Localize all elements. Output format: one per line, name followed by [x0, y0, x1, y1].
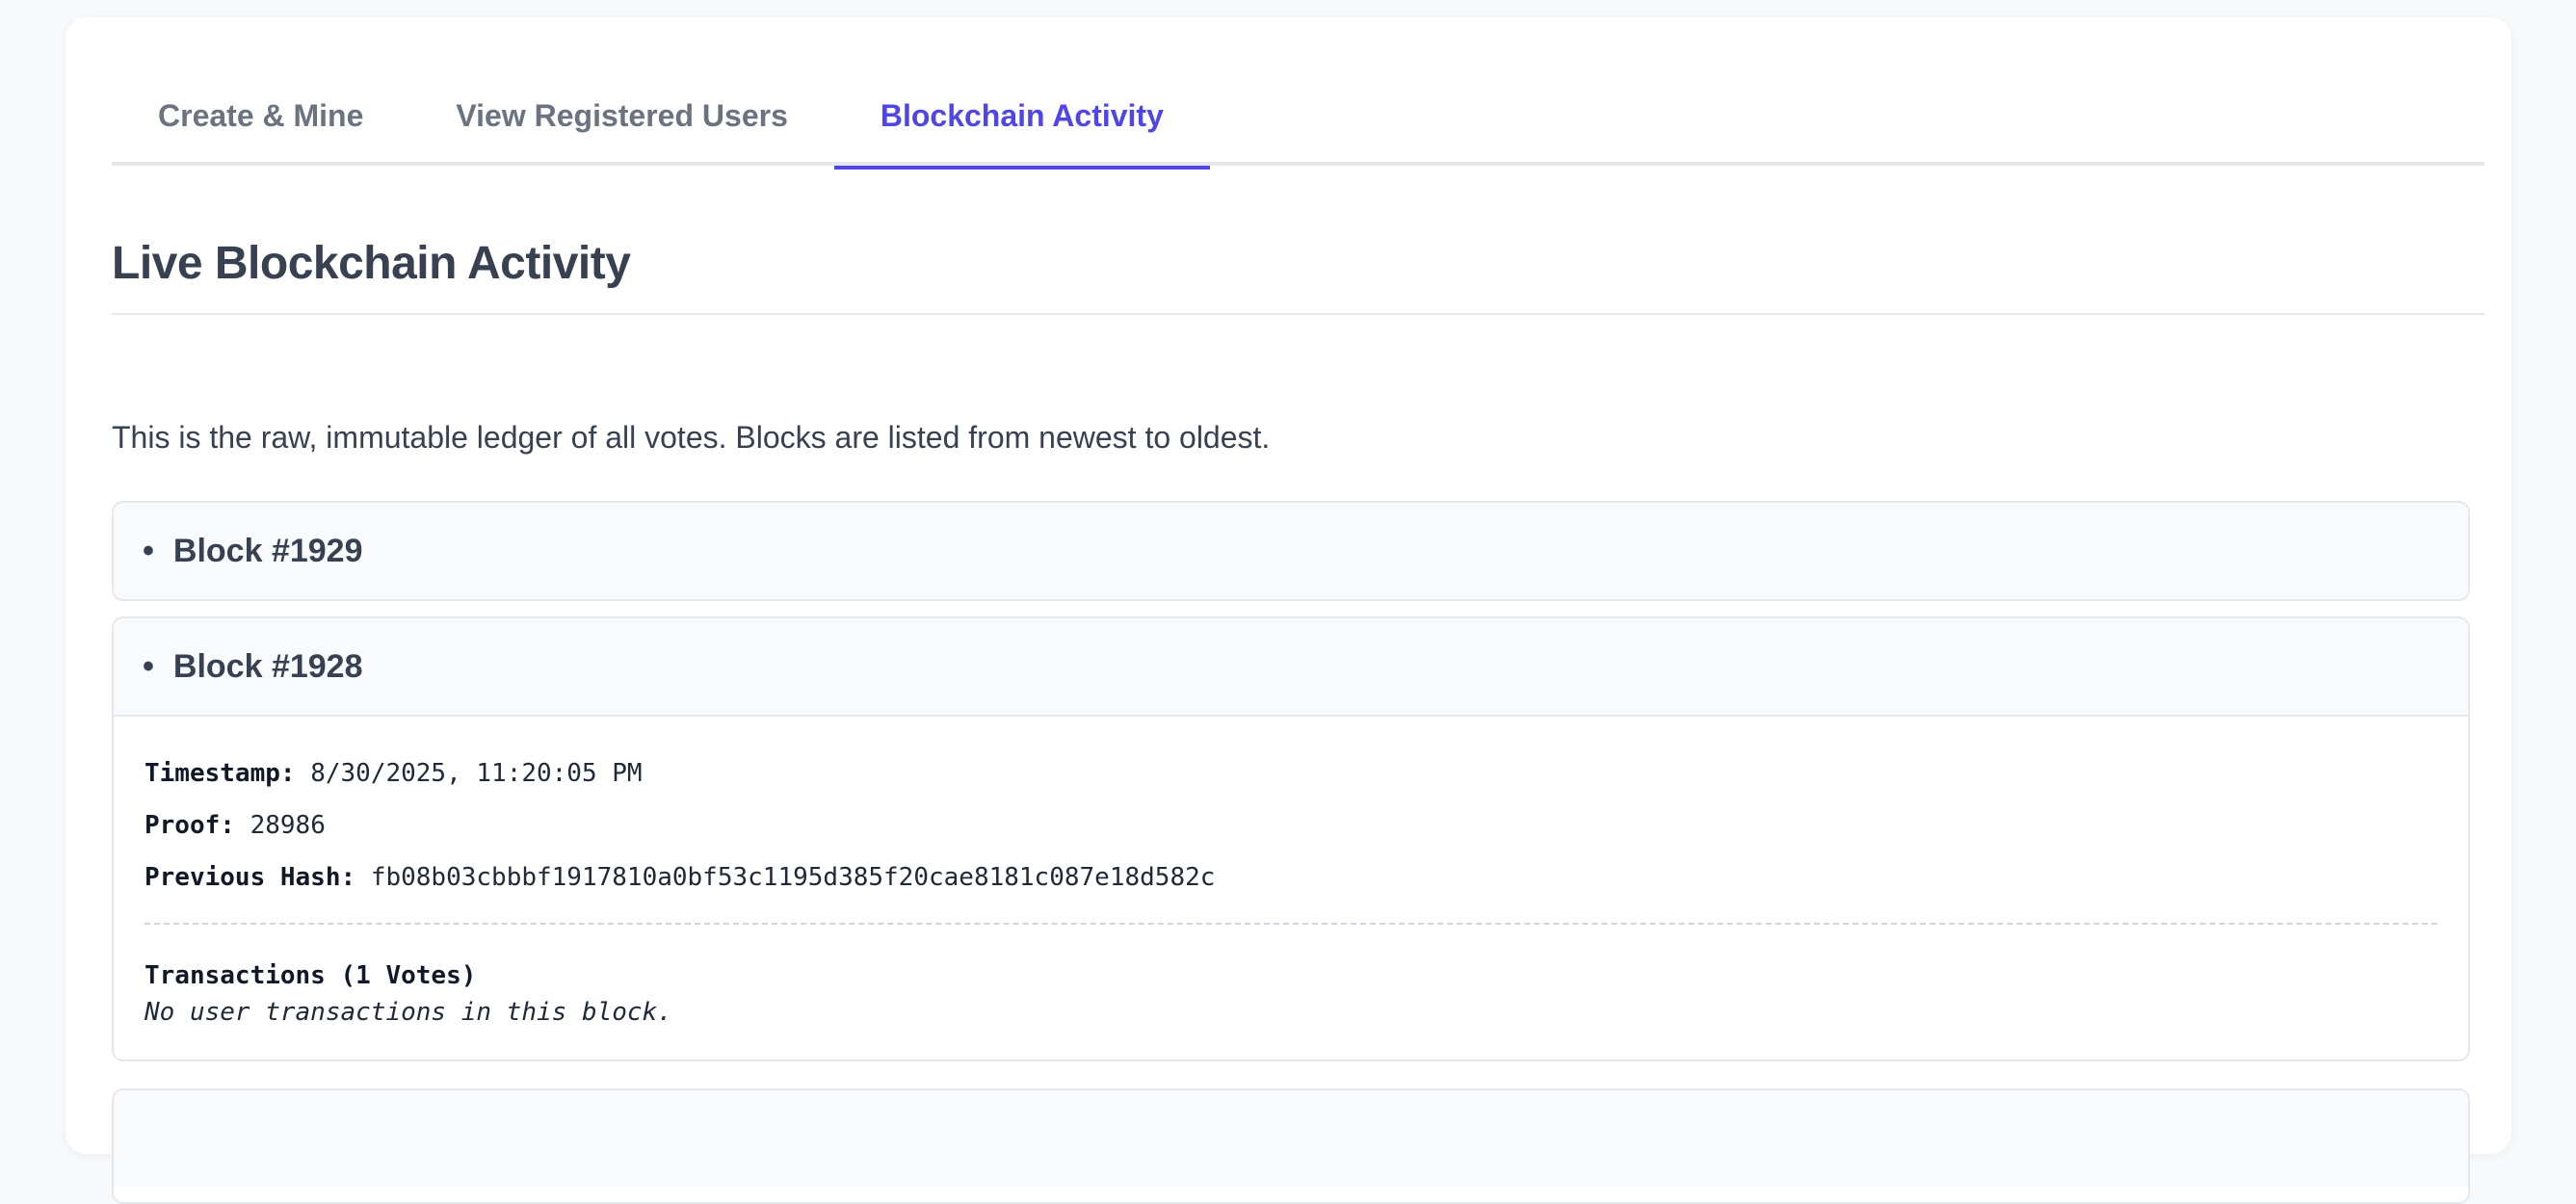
- tab-create-and-mine[interactable]: Create & Mine: [112, 65, 409, 166]
- block-item-1929: • Block #1929: [112, 501, 2470, 601]
- previous-hash-value: fb08b03cbbbf1917810a0bf53c1195d385f20cae…: [370, 863, 1216, 892]
- timestamp-label: Timestamp:: [145, 759, 296, 788]
- block-title: Block #1928: [172, 647, 363, 685]
- previous-hash-row: Previous Hash: fb08b03cbbbf1917810a0bf53…: [145, 851, 2437, 903]
- block-item-next: [112, 1088, 2470, 1204]
- block-details: Timestamp: 8/30/2025, 11:20:05 PM Proof:…: [114, 715, 2468, 1060]
- block-item-1928: • Block #1928 Timestamp: 8/30/2025, 11:2…: [112, 616, 2470, 1061]
- block-title: Block #1929: [172, 532, 363, 569]
- timestamp-value: 8/30/2025, 11:20:05 PM: [310, 759, 643, 788]
- block-toggle-1929[interactable]: • Block #1929: [114, 503, 2468, 599]
- block-toggle-next[interactable]: [114, 1090, 2468, 1187]
- divider: [145, 923, 2437, 925]
- transactions-empty-message: No user transactions in this block.: [145, 998, 672, 1027]
- timestamp-row: Timestamp: 8/30/2025, 11:20:05 PM: [145, 747, 2437, 799]
- previous-hash-label: Previous Hash:: [145, 863, 356, 892]
- transactions-title: Transactions (1 Votes): [145, 961, 477, 990]
- page-description: This is the raw, immutable ledger of all…: [112, 420, 1271, 455]
- bullet-icon: •: [143, 532, 154, 569]
- main-card: Create & Mine View Registered Users Bloc…: [66, 17, 2511, 1204]
- block-toggle-1928[interactable]: • Block #1928: [114, 618, 2468, 715]
- proof-label: Proof:: [145, 811, 235, 840]
- proof-row: Proof: 28986: [145, 799, 2437, 851]
- bullet-icon: •: [143, 647, 154, 685]
- tab-blockchain-activity[interactable]: Blockchain Activity: [833, 65, 1210, 170]
- tab-view-registered-users[interactable]: View Registered Users: [409, 65, 833, 166]
- page-title: Live Blockchain Activity: [112, 237, 2484, 315]
- proof-value: 28986: [250, 811, 326, 840]
- tab-bar: Create & Mine View Registered Users Bloc…: [112, 65, 2484, 170]
